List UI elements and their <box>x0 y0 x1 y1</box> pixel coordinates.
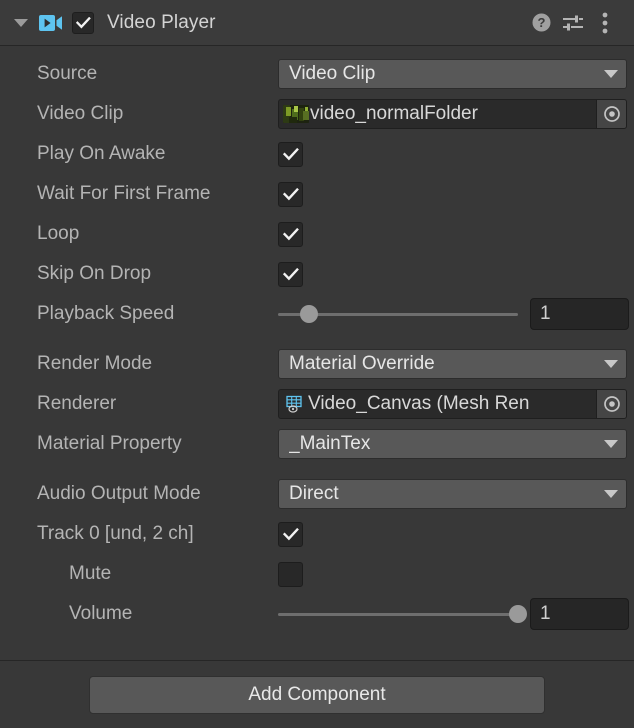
field-source: Video Clip <box>278 54 627 94</box>
row-source: Source Video Clip <box>7 54 627 94</box>
volume-slider-knob[interactable] <box>509 605 527 623</box>
field-playback-speed: 1 <box>278 294 629 334</box>
field-wait-for-first-frame <box>278 174 627 214</box>
label-track-0: Track 0 [und, 2 ch] <box>37 523 194 544</box>
video-thumbnail <box>283 105 309 123</box>
chevron-down-icon <box>604 490 618 498</box>
object-picker-icon[interactable] <box>596 100 626 128</box>
row-volume: Volume 1 <box>7 594 629 634</box>
row-material-property: Material Property _MainTex <box>7 424 627 464</box>
component-title: Video Player <box>107 11 216 33</box>
render-mode-value: Material Override <box>289 353 435 374</box>
row-play-on-awake: Play On Awake <box>7 134 627 174</box>
volume-slider-track <box>278 612 518 616</box>
label-loop: Loop <box>37 223 80 244</box>
row-video-clip: Video Clip video_normalFolder <box>7 94 627 134</box>
source-value: Video Clip <box>289 63 376 84</box>
material-property-value: _MainTex <box>289 433 371 454</box>
video-clip-value: video_normalFolder <box>310 103 478 124</box>
label-video-clip: Video Clip <box>37 103 124 124</box>
field-volume: 1 <box>278 594 629 634</box>
field-skip-on-drop <box>278 254 627 294</box>
renderer-object-field[interactable]: Video_Canvas (Mesh Ren <box>278 389 627 419</box>
row-wait-for-first-frame: Wait For First Frame <box>7 174 627 214</box>
field-play-on-awake <box>278 134 627 174</box>
video-player-inspector: Video Player ? Source Video Clip Video C… <box>0 0 634 728</box>
row-loop: Loop <box>7 214 627 254</box>
svg-text:?: ? <box>537 15 545 30</box>
label-render-mode: Render Mode <box>37 353 153 374</box>
material-property-dropdown[interactable]: _MainTex <box>278 429 627 459</box>
add-component-button[interactable]: Add Component <box>89 675 545 714</box>
render-mode-dropdown[interactable]: Material Override <box>278 349 627 379</box>
help-icon[interactable]: ? <box>526 9 556 37</box>
chevron-down-icon <box>604 70 618 78</box>
label-play-on-awake: Play On Awake <box>37 143 166 164</box>
loop-checkbox[interactable] <box>278 221 303 247</box>
label-skip-on-drop: Skip On Drop <box>37 263 152 284</box>
audio-output-mode-value: Direct <box>289 483 339 504</box>
more-vertical-icon[interactable] <box>590 9 620 37</box>
row-track-0: Track 0 [und, 2 ch] <box>7 514 627 554</box>
video-player-icon <box>38 11 64 35</box>
volume-slider[interactable] <box>278 594 527 634</box>
label-audio-output-mode: Audio Output Mode <box>37 483 201 504</box>
label-wait-for-first-frame: Wait For First Frame <box>37 183 211 204</box>
label-material-property: Material Property <box>37 433 182 454</box>
audio-output-mode-dropdown[interactable]: Direct <box>278 479 627 509</box>
playback-speed-slider-knob[interactable] <box>300 305 319 323</box>
row-playback-speed: Playback Speed 1 <box>7 294 629 334</box>
play-on-awake-checkbox[interactable] <box>278 141 303 167</box>
add-component-footer: Add Component <box>0 660 634 728</box>
label-mute: Mute <box>69 563 112 584</box>
renderer-value: Video_Canvas (Mesh Ren <box>308 393 530 414</box>
label-renderer: Renderer <box>37 393 117 414</box>
playback-speed-value-input[interactable]: 1 <box>530 298 629 330</box>
row-skip-on-drop: Skip On Drop <box>7 254 627 294</box>
component-enabled-checkbox[interactable] <box>72 11 94 34</box>
field-audio-output-mode: Direct <box>278 474 627 514</box>
label-source: Source <box>37 63 98 84</box>
mesh-renderer-icon <box>283 393 307 415</box>
field-loop <box>278 214 627 254</box>
mute-checkbox[interactable] <box>278 561 303 587</box>
label-playback-speed: Playback Speed <box>37 303 175 324</box>
field-mute <box>278 554 627 594</box>
field-render-mode: Material Override <box>278 344 627 384</box>
playback-speed-slider[interactable] <box>278 294 518 334</box>
volume-value-input[interactable]: 1 <box>530 598 629 630</box>
properties-body: Source Video Clip Video Clip video_norma… <box>0 46 634 660</box>
field-video-clip: video_normalFolder <box>278 94 627 134</box>
video-clip-object-field[interactable]: video_normalFolder <box>278 99 627 129</box>
field-renderer: Video_Canvas (Mesh Ren <box>278 384 627 424</box>
row-renderer: Renderer Video_Canvas (Mesh Ren <box>7 384 627 424</box>
label-volume: Volume <box>69 603 133 624</box>
row-audio-output-mode: Audio Output Mode Direct <box>7 474 627 514</box>
row-render-mode: Render Mode Material Override <box>7 344 627 384</box>
foldout-toggle-icon[interactable] <box>10 12 32 34</box>
preset-settings-icon[interactable] <box>558 9 588 37</box>
source-dropdown[interactable]: Video Clip <box>278 59 627 89</box>
skip-on-drop-checkbox[interactable] <box>278 261 303 287</box>
row-mute: Mute <box>7 554 627 594</box>
object-picker-icon[interactable] <box>596 390 626 418</box>
component-header: Video Player ? <box>0 0 634 46</box>
track-0-checkbox[interactable] <box>278 521 303 547</box>
wait-for-first-frame-checkbox[interactable] <box>278 181 303 207</box>
chevron-down-icon <box>604 360 618 368</box>
field-track-0 <box>278 514 627 554</box>
field-material-property: _MainTex <box>278 424 627 464</box>
chevron-down-icon <box>604 440 618 448</box>
